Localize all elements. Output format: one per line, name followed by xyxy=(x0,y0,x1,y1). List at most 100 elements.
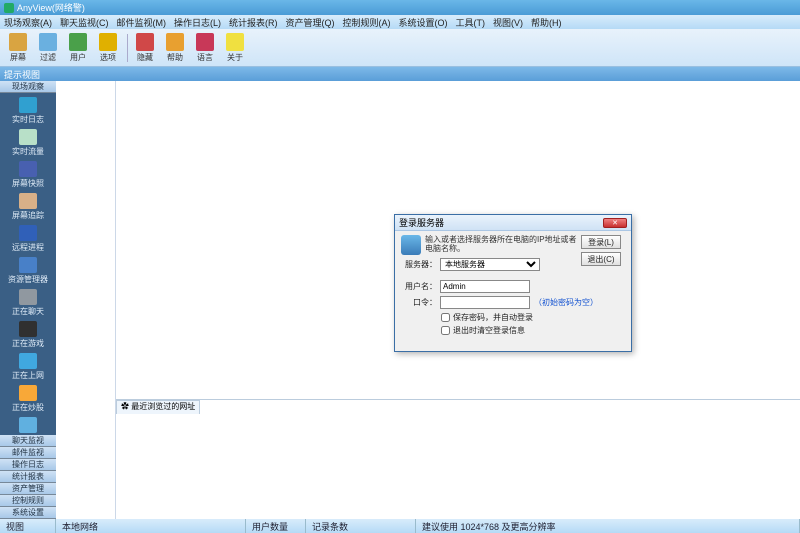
sidebar-active-tab[interactable]: 现场观察 xyxy=(0,81,56,93)
process-icon xyxy=(19,225,37,241)
app-icon xyxy=(4,3,14,13)
sidebar-item-label: 正在炒股 xyxy=(12,402,44,413)
toolbar-filter-button[interactable]: 过滤 xyxy=(34,31,62,65)
toolbar-label: 帮助 xyxy=(167,52,183,63)
sidebar-items: 实时日志 实时流量 屏幕快照 屏幕追踪 远程进程 资源管理器 正在聊天 正在游戏… xyxy=(0,93,56,435)
sidebar-tab-asset[interactable]: 资产管理 xyxy=(0,483,56,495)
sidebar-item-screenshot[interactable]: 屏幕快照 xyxy=(0,159,56,191)
sidebar-item-chatting[interactable]: 正在聊天 xyxy=(0,287,56,319)
exit-button[interactable]: 退出(C) xyxy=(581,252,621,266)
bottom-panel: ✿ 最近浏览过的网址 xyxy=(116,399,800,519)
sidebar-tab-chat[interactable]: 聊天监视 xyxy=(0,435,56,447)
username-label: 用户名： xyxy=(401,281,437,292)
menu-item[interactable]: 邮件监视(M) xyxy=(117,16,167,29)
sidebar-tab-oplog[interactable]: 操作日志 xyxy=(0,459,56,471)
track-icon xyxy=(19,193,37,209)
toolbar-language-button[interactable]: 语言 xyxy=(191,31,219,65)
username-input[interactable] xyxy=(440,280,530,293)
clear-on-exit-checkbox-row: 退出时清空登录信息 xyxy=(441,325,625,336)
toolbar-label: 屏幕 xyxy=(10,52,26,63)
toolbar-label: 关于 xyxy=(227,52,243,63)
browser-icon xyxy=(19,353,37,369)
stock-icon xyxy=(19,385,37,401)
toolbar-label: 选项 xyxy=(100,52,116,63)
sidebar-bottom-tabs: 聊天监视 邮件监视 操作日志 统计报表 资产管理 控制规则 系统设置 xyxy=(0,435,56,519)
chat-icon xyxy=(19,289,37,305)
sidebar-item-gaming[interactable]: 正在游戏 xyxy=(0,319,56,351)
bulb-icon xyxy=(226,33,244,51)
menu-bar: 现场观察(A) 聊天监视(C) 邮件监视(M) 操作日志(L) 统计报表(R) … xyxy=(0,15,800,29)
toolbar-hide-button[interactable]: 隐藏 xyxy=(131,31,159,65)
sidebar-tab-report[interactable]: 统计报表 xyxy=(0,471,56,483)
folder-icon xyxy=(19,257,37,273)
sidebar-item-realtime-log[interactable]: 实时日志 xyxy=(0,95,56,127)
toolbar-help-button[interactable]: 帮助 xyxy=(161,31,189,65)
bottom-tab-recent-urls[interactable]: ✿ 最近浏览过的网址 xyxy=(116,400,200,414)
sidebar-item-label: 资源管理器 xyxy=(8,274,48,285)
sidebar-item-screen-track[interactable]: 屏幕追踪 xyxy=(0,191,56,223)
password-label: 口令： xyxy=(401,297,437,308)
camera-icon xyxy=(19,161,37,177)
lock-icon xyxy=(136,33,154,51)
menu-item[interactable]: 控制规则(A) xyxy=(343,16,391,29)
server-icon xyxy=(401,235,421,255)
sidebar-tab-rules[interactable]: 控制规则 xyxy=(0,495,56,507)
server-select[interactable]: 本地服务器 xyxy=(440,258,540,271)
flower-icon: ✿ xyxy=(121,402,129,411)
sidebar-item-realtime-traffic[interactable]: 实时流量 xyxy=(0,127,56,159)
user-icon xyxy=(69,33,87,51)
sidebar-item-label: 实时流量 xyxy=(12,146,44,157)
toolbar-about-button[interactable]: 关于 xyxy=(221,31,249,65)
initial-password-hint: （初始密码为空） xyxy=(534,297,598,308)
toolbar-label: 语言 xyxy=(197,52,213,63)
menu-item[interactable]: 资产管理(Q) xyxy=(286,16,335,29)
sidebar-item-stocks[interactable]: 正在炒股 xyxy=(0,383,56,415)
remember-label: 保存密码，并自动登录 xyxy=(453,312,533,323)
left-panel-header: 提示视图 xyxy=(0,67,800,81)
clear-on-exit-checkbox[interactable] xyxy=(441,326,450,335)
status-network: 本地网络 xyxy=(56,519,246,533)
remember-checkbox[interactable] xyxy=(441,313,450,322)
menu-item[interactable]: 系统设置(O) xyxy=(399,16,448,29)
menu-item[interactable]: 操作日志(L) xyxy=(174,16,221,29)
sidebar-item-chatgame-monitor[interactable]: 聊天游戏监视 xyxy=(0,415,56,435)
sidebar-item-label: 正在聊天 xyxy=(12,306,44,317)
tree-column xyxy=(56,81,116,519)
toolbar-label: 过滤 xyxy=(40,52,56,63)
filter-icon xyxy=(39,33,57,51)
clear-on-exit-label: 退出时清空登录信息 xyxy=(453,325,525,336)
menu-item[interactable]: 帮助(H) xyxy=(531,16,562,29)
menu-item[interactable]: 现场观察(A) xyxy=(4,16,52,29)
toolbar-separator xyxy=(127,34,128,62)
status-resolution-hint: 建议使用 1024*768 及更高分辨率 xyxy=(416,519,800,533)
sidebar-item-browsing[interactable]: 正在上网 xyxy=(0,351,56,383)
sidebar-item-label: 屏幕快照 xyxy=(12,178,44,189)
sidebar-item-explorer[interactable]: 资源管理器 xyxy=(0,255,56,287)
sidebar-tab-settings[interactable]: 系统设置 xyxy=(0,507,56,519)
toolbar-label: 用户 xyxy=(70,52,86,63)
toolbar-screen-button[interactable]: 屏幕 xyxy=(4,31,32,65)
toolbar-label: 隐藏 xyxy=(137,52,153,63)
dialog-body: 输入或者选择服务器所在电脑的IP地址或者电脑名称。 服务器： 本地服务器 登录(… xyxy=(395,231,631,340)
login-dialog: 登录服务器 ✕ 输入或者选择服务器所在电脑的IP地址或者电脑名称。 服务器： 本… xyxy=(394,214,632,352)
menu-item[interactable]: 统计报表(R) xyxy=(229,16,278,29)
toolbar-user-button[interactable]: 用户 xyxy=(64,31,92,65)
server-label: 服务器： xyxy=(401,259,437,270)
sidebar-item-remote-process[interactable]: 远程进程 xyxy=(0,223,56,255)
toolbar: 屏幕 过滤 用户 选项 隐藏 帮助 语言 关于 xyxy=(0,29,800,67)
dialog-close-button[interactable]: ✕ xyxy=(603,218,627,228)
sidebar-item-label: 远程进程 xyxy=(12,242,44,253)
gamepad-icon xyxy=(19,321,37,337)
dialog-titlebar[interactable]: 登录服务器 ✕ xyxy=(395,215,631,231)
sidebar: 现场观察 实时日志 实时流量 屏幕快照 屏幕追踪 远程进程 资源管理器 正在聊天… xyxy=(0,81,56,519)
password-input[interactable] xyxy=(440,296,530,309)
menu-item[interactable]: 聊天监视(C) xyxy=(60,16,109,29)
status-record-count: 记录条数 xyxy=(306,519,416,533)
menu-item[interactable]: 视图(V) xyxy=(493,16,523,29)
sidebar-item-label: 实时日志 xyxy=(12,114,44,125)
sidebar-tab-mail[interactable]: 邮件监视 xyxy=(0,447,56,459)
login-button[interactable]: 登录(L) xyxy=(581,235,621,249)
window-title: AnyView(网络警) xyxy=(17,1,85,14)
menu-item[interactable]: 工具(T) xyxy=(456,16,486,29)
toolbar-options-button[interactable]: 选项 xyxy=(94,31,122,65)
